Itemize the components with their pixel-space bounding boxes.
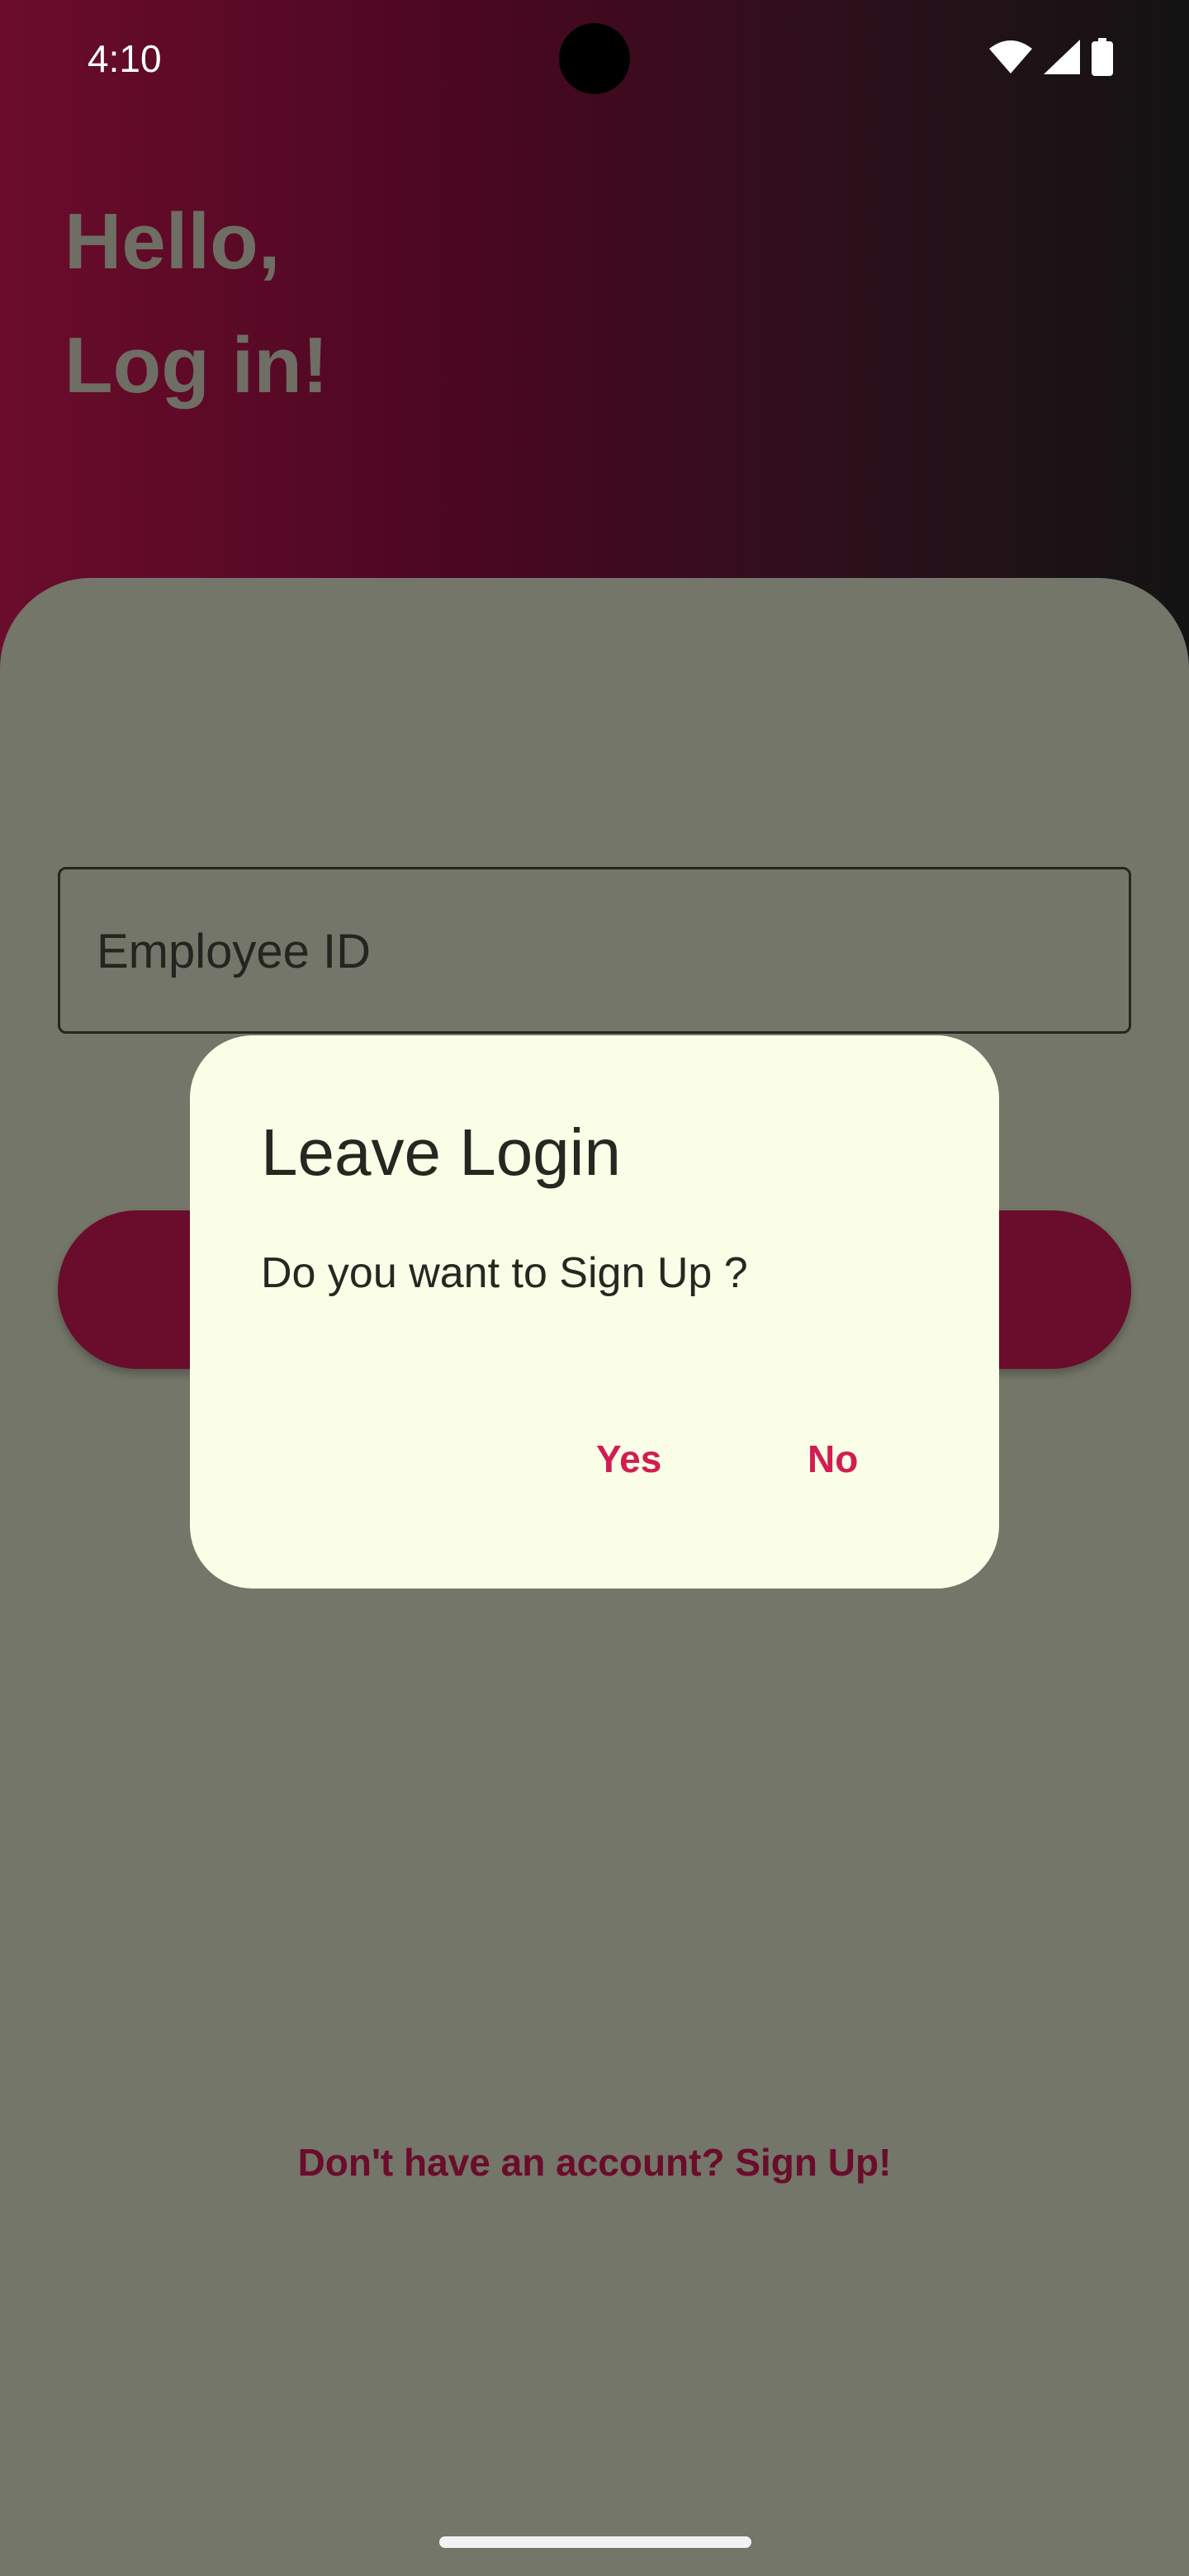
leave-login-dialog: Leave Login Do you want to Sign Up ? Yes… [190,1035,999,1589]
wifi-icon [989,40,1032,78]
status-time: 4:10 [88,37,162,80]
camera-cutout [559,23,630,94]
signup-link[interactable]: Don't have an account? Sign Up! [0,2140,1189,2185]
greeting-title: Hello, Log in! [64,180,329,428]
home-indicator[interactable] [439,2536,751,2548]
greeting-line-2: Log in! [64,321,329,410]
cellular-signal-icon [1044,39,1080,78]
greeting-line-1: Hello, [64,197,281,286]
employee-id-field[interactable]: Employee ID [58,867,1131,1034]
status-icons [989,37,1113,80]
yes-button[interactable]: Yes [571,1420,686,1498]
battery-icon [1092,37,1113,80]
dialog-title: Leave Login [261,1115,621,1189]
status-bar: 4:10 [0,0,1189,116]
employee-id-placeholder: Employee ID [97,925,372,978]
no-button[interactable]: No [783,1420,883,1498]
dialog-message: Do you want to Sign Up ? [261,1249,748,1297]
